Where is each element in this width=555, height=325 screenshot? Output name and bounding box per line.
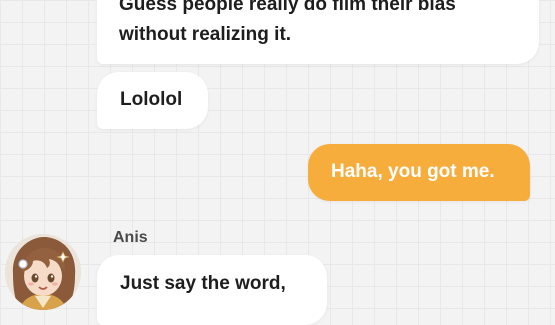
message-text: Guess people really do film their bias w…	[119, 0, 456, 45]
message-text: Haha, you got me.	[331, 161, 495, 182]
outgoing-message-bubble[interactable]: Haha, you got me.	[308, 144, 530, 201]
incoming-message-bubble[interactable]: Just say the word,	[97, 255, 327, 325]
incoming-message-bubble[interactable]: Guess people really do film their bias w…	[97, 0, 539, 64]
message-text: Just say the word,	[120, 273, 286, 294]
sender-name: Anis	[113, 229, 148, 246]
avatar[interactable]	[5, 234, 81, 310]
incoming-message-bubble[interactable]: Lololol	[97, 72, 208, 129]
anis-avatar-icon	[5, 234, 81, 310]
message-text: Lololol	[120, 89, 183, 110]
